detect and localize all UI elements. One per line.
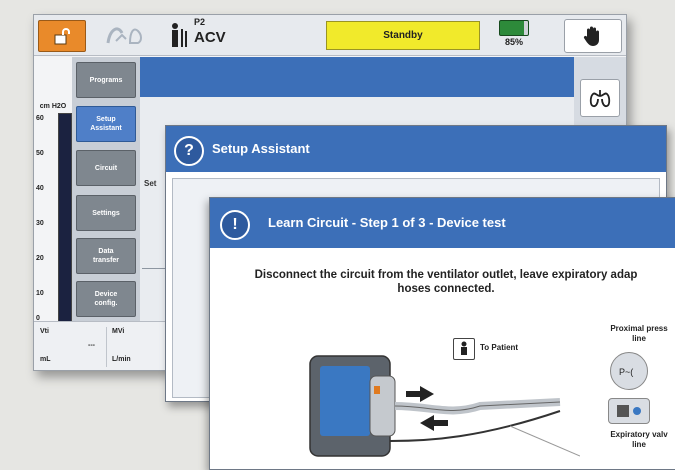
lungs-icon (589, 90, 611, 108)
pressure-gauge-bar (58, 113, 72, 327)
battery-percent: 85% (504, 37, 523, 47)
gauge-tick: 40 (36, 185, 44, 192)
divider (106, 327, 107, 367)
gauge-tick: 20 (36, 255, 44, 262)
ventilation-mode-label: ACV (194, 29, 226, 46)
reading-mvi-unit: L/min (112, 356, 131, 363)
instruction-text: Disconnect the circuit from the ventilat… (254, 269, 638, 295)
reading-vti-label: Vti (40, 328, 49, 335)
arrow-left-icon (420, 415, 434, 431)
reading-vti-unit: mL (40, 356, 51, 363)
sidebar-item-circuit[interactable]: Circuit (76, 150, 136, 186)
alarm-pause-button[interactable] (564, 19, 622, 53)
circuit-diagram (309, 355, 580, 457)
lungs-disabled-icon (102, 21, 148, 49)
patient-type-label: P2 (194, 17, 206, 27)
status-indicator[interactable]: Standby (326, 21, 480, 50)
main-panel-header (140, 57, 578, 97)
unlock-icon (54, 28, 70, 45)
reading-mvi-label: MVi (112, 328, 125, 335)
gauge-tick: 50 (36, 150, 44, 157)
hand-icon (583, 26, 599, 46)
device-outlet (369, 375, 396, 437)
sidebar-item-setup-assistant[interactable]: Setup Assistant (76, 106, 136, 142)
setup-partial-text: Set (144, 179, 157, 188)
top-status-bar: P2 ACV Standby 85% (34, 15, 626, 56)
setup-assistant-title: Setup Assistant (212, 141, 310, 156)
question-icon[interactable]: ? (174, 136, 204, 166)
gauge-tick: 30 (36, 220, 44, 227)
exclamation-icon: ! (220, 210, 250, 240)
setup-assistant-header: ? Setup Assistant (166, 126, 666, 172)
proximal-pressure-label: Proximal press line (610, 324, 668, 343)
lock-button[interactable] (38, 20, 86, 52)
learn-circuit-window: ! Learn Circuit - Step 1 of 3 - Device t… (209, 197, 675, 470)
sidebar-item-programs[interactable]: Programs (76, 62, 136, 98)
sidebar-item-data-transfer[interactable]: Data transfer (76, 238, 136, 274)
gauge-tick: 60 (36, 115, 44, 122)
svg-text:P~(: P~( (619, 367, 633, 377)
battery-icon (499, 20, 529, 36)
sidebar-item-settings[interactable]: Settings (76, 195, 136, 231)
device-screen (320, 366, 370, 436)
gauge-unit: cm H2O (39, 103, 67, 110)
battery-indicator: 85% (496, 18, 532, 52)
gauge-tick: 10 (36, 290, 44, 297)
outlet-indicator (374, 386, 380, 394)
expiratory-valve-label: Expiratory valv line (610, 430, 668, 449)
proximal-pressure-icon: P~( (610, 352, 648, 390)
patient-type-icon (170, 21, 188, 49)
expiratory-valve-icon (608, 398, 650, 424)
sidebar-item-device-config[interactable]: Device config. (76, 281, 136, 317)
reading-vti-value: --- (88, 342, 95, 349)
learn-circuit-title: Learn Circuit - Step 1 of 3 - Device tes… (268, 215, 506, 230)
lung-view-button[interactable] (580, 79, 620, 117)
learn-circuit-header: ! Learn Circuit - Step 1 of 3 - Device t… (210, 198, 675, 248)
arrow-right-icon (420, 386, 434, 402)
